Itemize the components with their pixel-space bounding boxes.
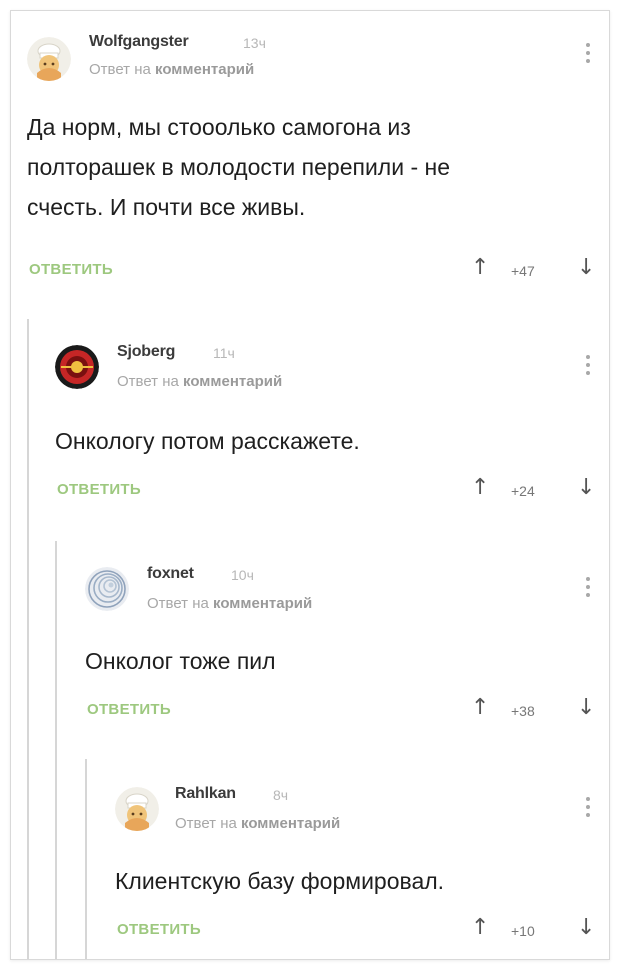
- author-name[interactable]: Rahlkan: [175, 785, 236, 803]
- comment-text: Клиентскую базу формировал.: [115, 861, 444, 901]
- comment-4: Rahlkan 8ч Ответ на комментарий Клиентск…: [11, 11, 609, 959]
- pikabu-chef-avatar-icon[interactable]: [115, 787, 159, 831]
- rating-count: +10: [511, 923, 535, 939]
- upvote-arrow-icon[interactable]: ↑: [471, 917, 489, 939]
- downvote-arrow-icon[interactable]: ↓: [577, 917, 595, 939]
- comments-frame: Wolfgangster 13ч Ответ на комментарий Да…: [10, 10, 610, 960]
- reply-button[interactable]: ОТВЕТИТЬ: [117, 921, 201, 938]
- reply-to-link[interactable]: комментарий: [241, 815, 340, 832]
- more-menu-icon[interactable]: [585, 797, 591, 821]
- comment-time: 8ч: [273, 787, 289, 803]
- comment-text-line: Клиентскую базу формировал.: [115, 868, 445, 894]
- reply-to-label: Ответ на комментарий: [175, 815, 340, 832]
- reply-to-prefix: Ответ на: [175, 815, 237, 832]
